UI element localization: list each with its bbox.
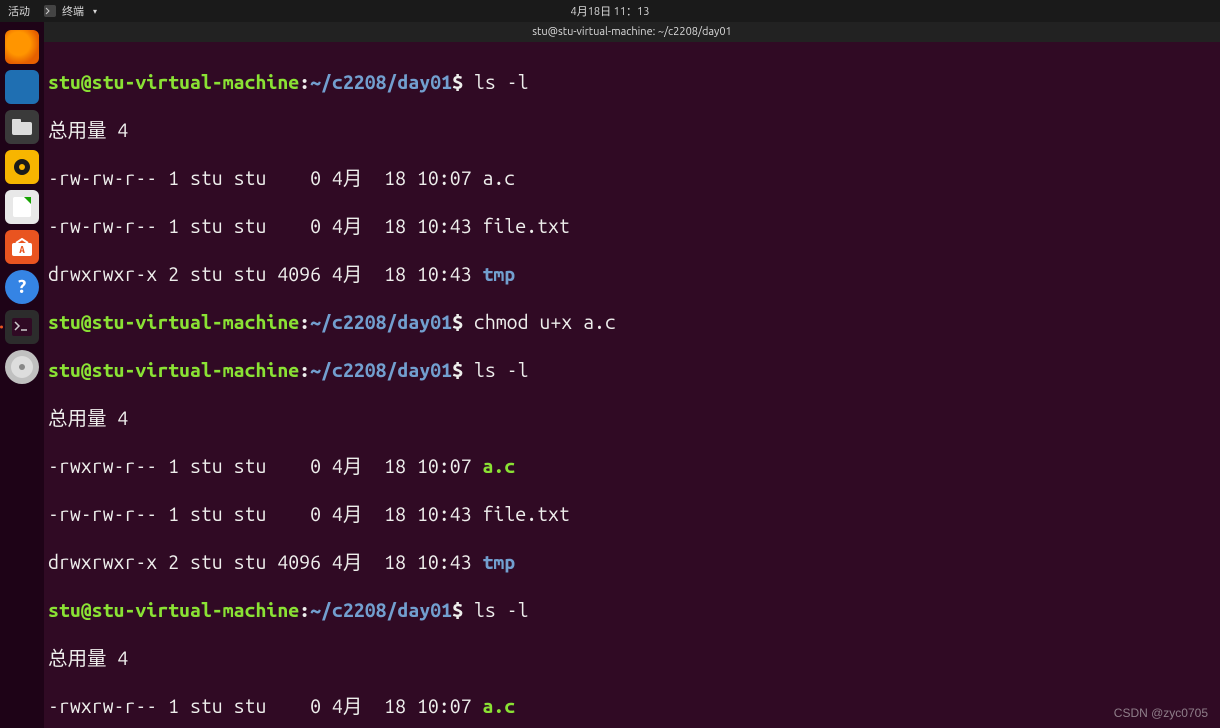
prompt-dollar: $ <box>452 599 463 621</box>
prompt-dollar: $ <box>452 71 463 93</box>
ls-row-prefix: -rwxrw-r-- 1 stu stu 0 4月 18 10:07 <box>48 695 482 717</box>
cmd-text: ls -l <box>463 359 529 381</box>
topbar-left: 活动 终端 ▾ <box>8 3 97 19</box>
terminal-line: 总用量 4 <box>48 118 1216 142</box>
terminal-line: -rw-rw-r-- 1 stu stu 0 4月 18 10:43 file.… <box>48 214 1216 238</box>
ubuntu-dock: A ? <box>0 22 44 728</box>
dir-name: tmp <box>482 551 515 573</box>
gnome-topbar: 活动 终端 ▾ 4月18日 11：13 <box>0 0 1220 22</box>
disk-icon[interactable] <box>5 350 39 384</box>
terminal-line: stu@stu-virtual-machine:~/c2208/day01$ c… <box>48 310 1216 334</box>
ls-row-prefix: drwxrwxr-x 2 stu stu 4096 4月 18 10:43 <box>48 263 482 285</box>
active-app-menu[interactable]: 终端 ▾ <box>44 3 97 19</box>
terminal-line: drwxrwxr-x 2 stu stu 4096 4月 18 10:43 tm… <box>48 550 1216 574</box>
prompt-dollar: $ <box>452 359 463 381</box>
ls-row-prefix: -rwxrw-r-- 1 stu stu 0 4月 18 10:07 <box>48 455 482 477</box>
terminal-line: 总用量 4 <box>48 406 1216 430</box>
prompt-user-host: stu@stu-virtual-machine <box>48 311 299 333</box>
firefox-icon[interactable] <box>5 30 39 64</box>
watermark: CSDN @zyc0705 <box>1114 706 1208 720</box>
prompt-path: ~/c2208/day01 <box>310 71 452 93</box>
prompt-colon: : <box>299 359 310 381</box>
thunderbird-icon[interactable] <box>5 70 39 104</box>
prompt-user-host: stu@stu-virtual-machine <box>48 599 299 621</box>
exec-name: a.c <box>482 695 515 717</box>
terminal-line: stu@stu-virtual-machine:~/c2208/day01$ l… <box>48 70 1216 94</box>
activities-button[interactable]: 活动 <box>8 3 30 19</box>
prompt-path: ~/c2208/day01 <box>310 359 452 381</box>
prompt-colon: : <box>299 71 310 93</box>
terminal-body[interactable]: stu@stu-virtual-machine:~/c2208/day01$ l… <box>44 42 1220 728</box>
help-icon[interactable]: ? <box>5 270 39 304</box>
terminal-line: drwxrwxr-x 2 stu stu 4096 4月 18 10:43 tm… <box>48 262 1216 286</box>
topbar-clock[interactable]: 4月18日 11：13 <box>571 3 650 19</box>
terminal-line: -rwxrw-r-- 1 stu stu 0 4月 18 10:07 a.c <box>48 454 1216 478</box>
prompt-user-host: stu@stu-virtual-machine <box>48 359 299 381</box>
terminal-menu-icon <box>44 5 56 17</box>
prompt-dollar: $ <box>452 311 463 333</box>
chevron-down-icon: ▾ <box>93 7 97 16</box>
prompt-path: ~/c2208/day01 <box>310 599 452 621</box>
terminal-line: -rwxrw-r-- 1 stu stu 0 4月 18 10:07 a.c <box>48 694 1216 718</box>
terminal-icon[interactable] <box>5 310 39 344</box>
terminal-line: -rw-rw-r-- 1 stu stu 0 4月 18 10:07 a.c <box>48 166 1216 190</box>
window-title: stu@stu-virtual-machine: ~/c2208/day01 <box>532 26 732 38</box>
prompt-user-host: stu@stu-virtual-machine <box>48 71 299 93</box>
terminal-line: 总用量 4 <box>48 646 1216 670</box>
software-center-icon[interactable]: A <box>5 230 39 264</box>
ls-row-prefix: drwxrwxr-x 2 stu stu 4096 4月 18 10:43 <box>48 551 482 573</box>
prompt-colon: : <box>299 599 310 621</box>
rhythmbox-icon[interactable] <box>5 150 39 184</box>
cmd-text: chmod u+x a.c <box>463 311 616 333</box>
dir-name: tmp <box>482 263 515 285</box>
cmd-text: ls -l <box>463 599 529 621</box>
files-icon[interactable] <box>5 110 39 144</box>
prompt-path: ~/c2208/day01 <box>310 311 452 333</box>
terminal-line: stu@stu-virtual-machine:~/c2208/day01$ l… <box>48 358 1216 382</box>
window-titlebar[interactable]: stu@stu-virtual-machine: ~/c2208/day01 <box>44 22 1220 42</box>
libreoffice-icon[interactable] <box>5 190 39 224</box>
prompt-colon: : <box>299 311 310 333</box>
cmd-text: ls -l <box>463 71 529 93</box>
svg-text:A: A <box>19 244 25 255</box>
exec-name: a.c <box>482 455 515 477</box>
active-app-label: 终端 <box>62 3 84 19</box>
terminal-line: -rw-rw-r-- 1 stu stu 0 4月 18 10:43 file.… <box>48 502 1216 526</box>
terminal-line: stu@stu-virtual-machine:~/c2208/day01$ l… <box>48 598 1216 622</box>
